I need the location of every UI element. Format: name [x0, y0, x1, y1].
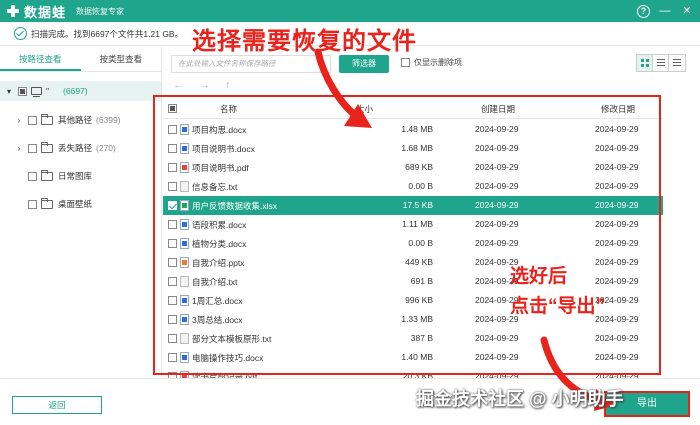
tree-item-count: (6399) [96, 115, 121, 125]
tree-item-label: 其他路径 [58, 115, 93, 125]
tree-item-checkbox[interactable] [28, 115, 37, 125]
detail-view-icon[interactable] [669, 55, 685, 71]
filter-button[interactable]: 筛选器 [339, 55, 389, 73]
view-tabs: 按路径查看 按类型查看 [0, 47, 161, 72]
help-icon[interactable]: ? [637, 4, 650, 18]
annotation-line-1: 选好后 [510, 266, 568, 287]
tab-by-path[interactable]: 按路径查看 [0, 47, 81, 71]
folder-icon [41, 113, 53, 125]
back-button[interactable]: 返回 [12, 396, 102, 414]
tree-item-other-paths[interactable]: › 其他路径 (6399) [14, 110, 121, 130]
nav-row: ← → ↑ [163, 77, 700, 97]
tree-item-checkbox[interactable] [28, 143, 37, 153]
tab-by-type[interactable]: 按类型查看 [81, 47, 162, 71]
minimize-icon[interactable]: — [658, 4, 672, 18]
tree-item-lost-paths[interactable]: › 丢失路径 (270) [14, 138, 116, 158]
tree-item-checkbox[interactable] [28, 199, 37, 209]
title-bar: 数据蛙 数据恢复专家 ? — ✕ [0, 0, 700, 22]
tree-root-label: " [46, 86, 50, 96]
up-arrow-icon[interactable]: ↑ [225, 79, 231, 91]
app-name: 数据蛙 [24, 4, 67, 20]
tree-item-label: 丢失路径 [58, 143, 93, 153]
close-icon[interactable]: ✕ [680, 4, 694, 18]
back-arrow-icon[interactable]: ← [173, 79, 184, 91]
tree-item-count: (270) [96, 143, 116, 153]
highlight-box [153, 95, 661, 375]
left-panel: 按路径查看 按类型查看 ▾ " (6697) › 其他路径 (6399) › 丢… [0, 47, 162, 377]
grid-view-icon[interactable] [637, 55, 653, 71]
watermark: 掘金技术社区 @ 小明助手 [416, 389, 624, 409]
tree-item-desktop-wallpaper[interactable]: 桌面壁纸 [24, 194, 92, 214]
tree-item-label: 日常图库 [58, 171, 93, 181]
annotation-line-2: 点击“导出” [510, 296, 606, 317]
view-mode-switch [636, 54, 686, 72]
folder-icon [41, 141, 53, 153]
tree-item-label: 桌面壁纸 [58, 199, 93, 209]
folder-icon [41, 169, 53, 181]
app-logo: 数据蛙 [6, 2, 66, 21]
tree-item-daily-gallery[interactable]: 日常图库 [24, 166, 92, 186]
app-subtitle: 数据恢复专家 [76, 6, 125, 16]
plus-logo-icon [6, 4, 20, 18]
only-deleted-checkbox[interactable] [401, 58, 410, 67]
check-circle-icon [14, 27, 27, 40]
tree-item-checkbox[interactable] [28, 171, 37, 181]
only-deleted-toggle[interactable]: 仅显示删除项 [401, 57, 462, 68]
annotation-select-files: 选择需要恢复的文件 [192, 28, 417, 55]
only-deleted-label: 仅显示删除项 [414, 58, 462, 67]
chevron-down-icon[interactable]: ▾ [4, 87, 14, 96]
chevron-right-icon[interactable]: › [14, 144, 24, 153]
tree-root-checkbox[interactable] [18, 86, 27, 96]
tree-root-count: (6697) [63, 86, 88, 96]
scan-status-text: 扫描完成。找到6697个文件共1.21 GB。 [31, 28, 184, 39]
annotation-export-hint: 选好后 点击“导出” [510, 262, 605, 322]
folder-icon [41, 197, 53, 209]
search-input[interactable]: 在此处输入文件名称保存路径 [171, 55, 331, 73]
drive-icon [31, 87, 42, 97]
tree-root-drive[interactable]: ▾ " (6697) [0, 81, 161, 101]
list-view-icon[interactable] [653, 55, 669, 71]
forward-arrow-icon[interactable]: → [199, 79, 210, 91]
chevron-right-icon[interactable]: › [14, 116, 24, 125]
